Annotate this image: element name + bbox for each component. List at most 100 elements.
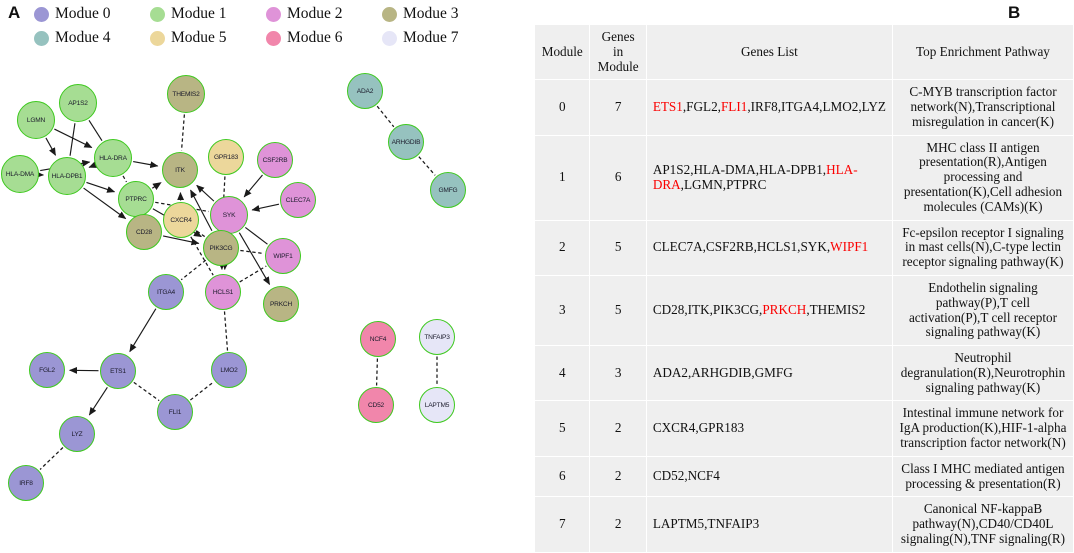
network-node-lgmn[interactable]: LGMN — [17, 101, 55, 139]
table-row: 62CD52,NCF4Class I MHC mediated antigen … — [535, 456, 1074, 497]
network-edge — [377, 106, 394, 127]
cell-genes-list: CXCR4,GPR183 — [646, 401, 892, 456]
network-node-themis2[interactable]: THEMIS2 — [167, 75, 205, 113]
network-node-lmo2[interactable]: LMO2 — [211, 352, 247, 388]
network-edge — [197, 185, 214, 201]
network-node-cd28[interactable]: CD28 — [126, 214, 162, 250]
network-node-label: FLI1 — [169, 409, 181, 416]
network-node-label: CLEC7A — [286, 197, 310, 204]
cell-genes-list: ADA2,ARHGDIB,GMFG — [646, 346, 892, 401]
cell-enrichment-pathway: MHC class II antigen presentation(R),Ant… — [892, 135, 1073, 220]
network-node-label: ADA2 — [357, 88, 373, 95]
network-node-label: LGMN — [27, 117, 45, 124]
network-node-wipf1[interactable]: WIPF1 — [265, 238, 301, 274]
cell-enrichment-pathway: Intestinal immune network for IgA produc… — [892, 401, 1073, 456]
network-node-label: LAPTM5 — [425, 402, 449, 409]
network-node-label: CD28 — [136, 229, 152, 236]
network-node-fli1[interactable]: FLI1 — [157, 394, 193, 430]
network-node-syk[interactable]: SYK — [210, 196, 248, 234]
cell-gene-count: 5 — [590, 220, 646, 275]
network-edge — [46, 138, 56, 155]
cell-module-id: 4 — [535, 346, 590, 401]
legend-item-module-3: Modue 3 — [382, 5, 498, 23]
network-node-label: ETS1 — [110, 368, 126, 375]
network-node-label: ITGA4 — [157, 289, 175, 296]
network-edge — [134, 382, 159, 400]
network-node-label: NCF4 — [370, 336, 386, 343]
cell-gene-count: 6 — [590, 135, 646, 220]
network-edge — [190, 382, 213, 400]
network-node-itga4[interactable]: ITGA4 — [148, 274, 184, 310]
cell-module-id: 2 — [535, 220, 590, 275]
network-node-laptm5[interactable]: LAPTM5 — [419, 387, 455, 423]
gene-plain: CD28,ITK,PIK3CG, — [653, 302, 763, 317]
network-node-ap1s2[interactable]: AP1S2 — [59, 84, 97, 122]
network-edge — [240, 250, 263, 253]
network-node-ptprc[interactable]: PTPRC — [118, 181, 154, 217]
legend-row: Modue 4Modue 5Modue 6Modue 7 — [34, 26, 500, 50]
cell-module-id: 3 — [535, 275, 590, 345]
network-node-label: TNFAIP3 — [424, 334, 449, 341]
network-node-ada2[interactable]: ADA2 — [347, 73, 383, 109]
network-edge — [130, 309, 156, 352]
figure-root: A Modue 0Modue 1Modue 2Modue 3Modue 4Mod… — [0, 0, 1074, 505]
module-color-dot-icon — [150, 7, 165, 22]
network-node-itk[interactable]: ITK — [162, 152, 198, 188]
gene-highlighted: WIPF1 — [830, 239, 868, 254]
table-body: 07ETS1,FGL2,FLI1,IRF8,ITGA4,LMO2,LYZC-MY… — [535, 80, 1074, 552]
network-node-hcls1[interactable]: HCLS1 — [205, 274, 241, 310]
network-node-gpr183[interactable]: GPR183 — [208, 139, 244, 175]
gene-plain: AP1S2,HLA-DMA,HLA-DPB1, — [653, 162, 826, 177]
network-node-label: WIPF1 — [273, 253, 292, 260]
cell-module-id: 7 — [535, 497, 590, 552]
network-node-label: ITK — [175, 167, 185, 174]
table-row: 35CD28,ITK,PIK3CG,PRKCH,THEMIS2Endotheli… — [535, 275, 1074, 345]
network-node-pik3cg[interactable]: PIK3CG — [203, 230, 239, 266]
gene-plain: LAPTM5,TNFAIP3 — [653, 516, 759, 531]
network-node-tnfaip3[interactable]: TNFAIP3 — [419, 319, 455, 355]
gene-plain: FGL2 — [686, 99, 718, 114]
network-edge — [86, 182, 114, 191]
network-node-cxcr4[interactable]: CXCR4 — [163, 202, 199, 238]
table-header-row: ModuleGenes in ModuleGenes ListTop Enric… — [535, 25, 1074, 80]
network-node-prkch[interactable]: PRKCH — [263, 286, 299, 322]
network-edge — [123, 176, 126, 182]
cell-enrichment-pathway: C-MYB transcription factor network(N),Tr… — [892, 80, 1073, 135]
network-node-ets1[interactable]: ETS1 — [100, 353, 136, 389]
network-node-hla-dpb1[interactable]: HLA-DPB1 — [48, 157, 86, 195]
module-legend: Modue 0Modue 1Modue 2Modue 3Modue 4Modue… — [34, 2, 500, 50]
network-node-cd52[interactable]: CD52 — [358, 387, 394, 423]
cell-module-id: 6 — [535, 456, 590, 497]
cell-genes-list: CD52,NCF4 — [646, 456, 892, 497]
network-node-label: GPR183 — [214, 154, 238, 161]
module-color-dot-icon — [34, 31, 49, 46]
network-node-gmfg[interactable]: GMFG — [430, 172, 466, 208]
network-node-fgl2[interactable]: FGL2 — [29, 352, 65, 388]
network-node-label: PIK3CG — [210, 245, 233, 252]
network-edge — [419, 157, 435, 176]
network-node-label: IRF8 — [19, 480, 33, 487]
network-node-label: HLA-DMA — [6, 171, 34, 178]
network-edge — [377, 358, 378, 385]
network-node-clec7a[interactable]: CLEC7A — [280, 182, 316, 218]
network-node-irf8[interactable]: IRF8 — [8, 465, 44, 501]
network-node-csf2rb[interactable]: CSF2RB — [257, 142, 293, 178]
network-node-ncf4[interactable]: NCF4 — [360, 321, 396, 357]
network-node-hla-dma[interactable]: HLA-DMA — [1, 155, 39, 193]
network-node-arhgdib[interactable]: ARHGDIB — [388, 124, 424, 160]
network-node-label: HLA-DRA — [99, 155, 127, 162]
gene-plain: CXCR4,GPR183 — [653, 420, 744, 435]
module-color-dot-icon — [266, 31, 281, 46]
gene-plain: ADA2,ARHGDIB,GMFG — [653, 365, 793, 380]
network-node-label: CSF2RB — [263, 157, 288, 164]
network-node-label: AP1S2 — [68, 100, 88, 107]
gene-highlighted: FLI1 — [721, 99, 747, 114]
table-row: 72LAPTM5,TNFAIP3Canonical NF-kappaB path… — [535, 497, 1074, 552]
network-node-label: GMFG — [439, 187, 458, 194]
legend-row: Modue 0Modue 1Modue 2Modue 3 — [34, 2, 500, 26]
network-node-lyz[interactable]: LYZ — [59, 416, 95, 452]
network-node-hla-dra[interactable]: HLA-DRA — [94, 139, 132, 177]
table-row: 16AP1S2,HLA-DMA,HLA-DPB1,HLA-DRA,LGMN,PT… — [535, 135, 1074, 220]
table-row: 25CLEC7A,CSF2RB,HCLS1,SYK,WIPF1Fc-epsilo… — [535, 220, 1074, 275]
legend-item-module-1: Modue 1 — [150, 5, 266, 23]
